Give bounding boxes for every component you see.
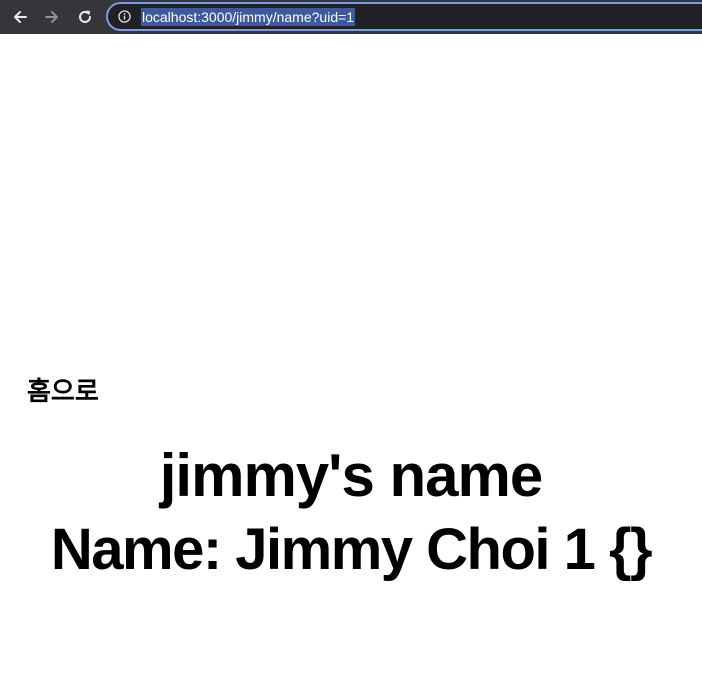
url-text[interactable]: localhost:3000/jimmy/name?uid=1 <box>141 8 356 26</box>
arrow-right-icon <box>45 11 58 23</box>
name-display: Name: Jimmy Choi 1 {} <box>50 517 653 582</box>
reload-icon <box>79 10 91 23</box>
forward-button[interactable] <box>40 5 64 29</box>
home-link[interactable]: 홈으로 <box>27 372 99 412</box>
browser-toolbar: localhost:3000/jimmy/name?uid=1 <box>0 0 702 34</box>
address-bar[interactable]: localhost:3000/jimmy/name?uid=1 <box>106 2 702 31</box>
info-icon[interactable] <box>118 10 131 23</box>
arrow-left-icon <box>14 11 27 23</box>
page-title: jimmy's name <box>159 442 543 509</box>
reload-button[interactable] <box>73 5 97 29</box>
back-button[interactable] <box>8 5 32 29</box>
